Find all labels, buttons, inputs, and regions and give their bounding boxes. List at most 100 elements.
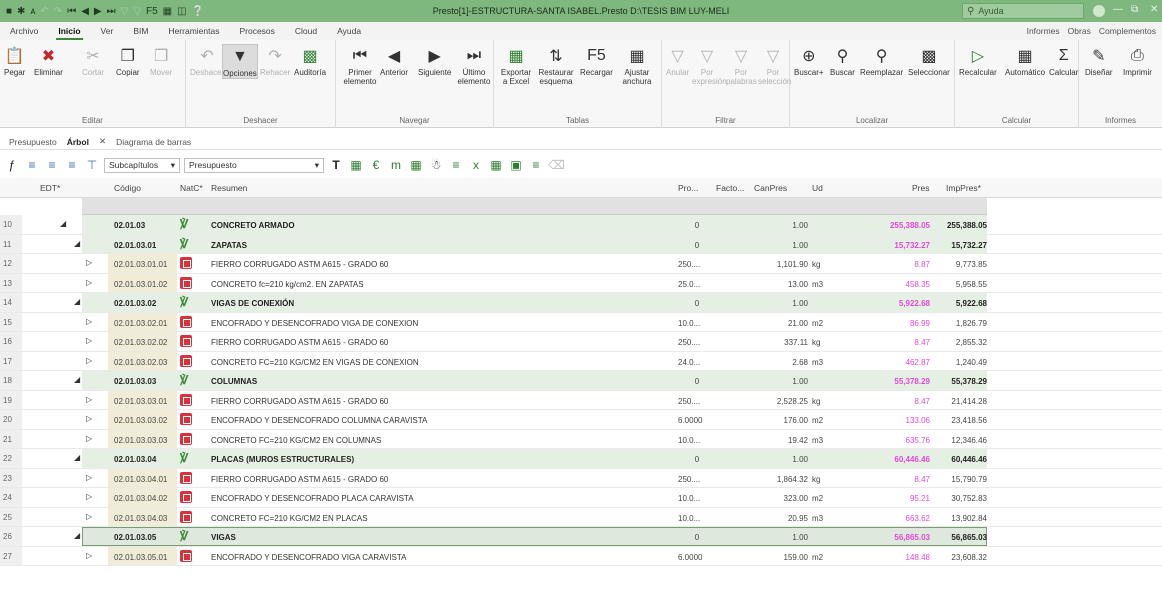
calculate-button[interactable]: Σ Calcular xyxy=(1049,44,1078,77)
automatic-button[interactable]: ▦ Automático xyxy=(1005,44,1045,77)
search-plus-button[interactable]: ⊕ Buscar+ xyxy=(794,44,824,77)
adjust-width-button[interactable]: ▦ Ajustar anchura xyxy=(618,44,656,86)
help-icon[interactable]: ❔ xyxy=(192,6,204,17)
filter-selection-button[interactable]: ▽ Por selección xyxy=(758,44,791,86)
tab-ayuda[interactable]: Ayuda xyxy=(327,26,371,36)
formula-icon[interactable]: x xyxy=(468,158,484,172)
help-search-input[interactable]: ⚲ Ayuda xyxy=(962,3,1084,19)
col-imppres[interactable]: ImpPres* xyxy=(946,183,981,193)
cut-button[interactable]: ✂ Cortar xyxy=(82,44,104,77)
reload-button[interactable]: F5 Recargar xyxy=(580,44,613,77)
table-row[interactable]: 25 ▷ 02.01.03.04.03 CONCRETO FC=210 KG/CM2 … xyxy=(0,507,1162,527)
col-canpres[interactable]: CanPres xyxy=(754,183,787,193)
table-row[interactable]: 15 ▷ 02.01.03.02.01 ENCOFRADO Y DESENCOFRAD… xyxy=(0,312,1162,332)
next-icon[interactable]: ▶ xyxy=(94,6,102,17)
f5-icon[interactable]: F5 xyxy=(146,6,158,17)
table-row[interactable]: 14 ◢ 02.01.03.02 ℣ VIGAS DE CONEXIÓN 0 1.00 5,9… xyxy=(0,293,1162,313)
text-icon[interactable]: T xyxy=(328,158,344,172)
table-row[interactable]: 27 ▷ 02.01.03.05.01 ENCOFRADO Y DESENCOFRAD… xyxy=(0,546,1162,566)
user-avatar[interactable] xyxy=(1093,5,1105,17)
filter2-icon[interactable]: ▽ xyxy=(133,6,141,17)
filter-row[interactable] xyxy=(0,198,1162,215)
expand-toggle-icon[interactable]: ▷ xyxy=(86,317,92,326)
level-icon[interactable]: ≡ xyxy=(64,158,80,172)
expand-icon[interactable]: ≡ xyxy=(24,158,40,172)
tab-ver[interactable]: Ver xyxy=(91,26,124,36)
calc-icon[interactable]: ◫ xyxy=(177,6,186,17)
export-icon[interactable]: ≡ xyxy=(448,158,464,172)
col-factor[interactable]: Facto... xyxy=(716,183,744,193)
table-row[interactable]: 19 ▷ 02.01.03.03.01 FIERRO CORRUGADO ASTM A… xyxy=(0,390,1162,410)
expand-toggle-icon[interactable]: ▷ xyxy=(86,258,92,267)
table-row[interactable]: 12 ▷ 02.01.03.01.01 FIERRO CORRUGADO ASTM A… xyxy=(0,254,1162,274)
menu-informes[interactable]: Informes xyxy=(1027,26,1060,36)
expand-toggle-icon[interactable]: ▷ xyxy=(86,551,92,560)
insert-icon[interactable]: ⊤ xyxy=(84,158,100,172)
table-row[interactable]: 26 ◢ 02.01.03.05 ℣ VIGAS 0 1.00 56,865.03 56,865… xyxy=(0,527,1162,547)
tab-herramientas[interactable]: Herramientas xyxy=(158,26,229,36)
table-row[interactable]: 11 ◢ 02.01.03.01 ℣ ZAPATAS 0 1.00 15,732.27 15,7… xyxy=(0,234,1162,254)
tree-icon[interactable]: ƒ xyxy=(4,158,20,172)
delete-button[interactable]: ✖ Eliminar xyxy=(34,44,63,77)
tab-archivo[interactable]: Archivo xyxy=(0,26,48,36)
table-row[interactable]: 16 ▷ 02.01.03.02.02 FIERRO CORRUGADO ASTM A… xyxy=(0,332,1162,352)
collapse-icon[interactable]: ≡ xyxy=(44,158,60,172)
paste-button[interactable]: 📋 Pegar xyxy=(4,44,25,77)
expand-toggle-icon[interactable]: ▷ xyxy=(86,434,92,443)
move-button[interactable]: ❐ Mover xyxy=(150,44,172,77)
prev-icon[interactable]: ◀ xyxy=(81,6,89,17)
table-icon[interactable]: ▦ xyxy=(348,158,364,172)
tab-arbol[interactable]: Árbol xyxy=(62,137,94,147)
tab-procesos[interactable]: Procesos xyxy=(229,26,284,36)
expand-toggle-icon[interactable]: ▷ xyxy=(86,356,92,365)
expand-toggle-icon[interactable]: ◢ xyxy=(74,239,80,248)
expand-toggle-icon[interactable]: ◢ xyxy=(60,219,66,228)
euro-icon[interactable]: € xyxy=(368,158,384,172)
expand-toggle-icon[interactable]: ▷ xyxy=(86,492,92,501)
table-row[interactable]: 24 ▷ 02.01.03.04.02 ENCOFRADO Y DESENCOFRAD… xyxy=(0,488,1162,508)
select-button[interactable]: ▩ Seleccionar xyxy=(908,44,950,77)
col-edt[interactable]: EDT* xyxy=(40,183,60,193)
table-row[interactable]: 18 ◢ 02.01.03.03 ℣ COLUMNAS 0 1.00 55,378.29 55,… xyxy=(0,371,1162,391)
undo-button[interactable]: ↶ Deshacer xyxy=(190,44,224,77)
menu-obras[interactable]: Obras xyxy=(1068,26,1091,36)
filter-words-button[interactable]: ▽ Por palabras xyxy=(726,44,757,86)
options-button[interactable]: ▼ Opciones xyxy=(222,44,258,79)
expand-toggle-icon[interactable]: ◢ xyxy=(74,297,80,306)
expand-toggle-icon[interactable]: ◢ xyxy=(74,531,80,540)
minimize-icon[interactable]: — xyxy=(1113,4,1123,15)
table-row[interactable]: 17 ▷ 02.01.03.02.03 CONCRETO FC=210 KG/CM2 … xyxy=(0,351,1162,371)
filter-icon[interactable]: ▽ xyxy=(121,6,129,17)
replace-button[interactable]: ⚲ Reemplazar xyxy=(860,44,903,77)
expand-toggle-icon[interactable]: ◢ xyxy=(74,453,80,462)
tab-inicio[interactable]: Inicio xyxy=(48,26,90,40)
search-button[interactable]: ⚲ Buscar xyxy=(830,44,855,77)
undo-icon[interactable]: ↶ xyxy=(40,6,48,17)
scope-select[interactable]: Subcapítulos ▾ xyxy=(104,157,180,173)
view-select[interactable]: Presupuesto ▾ xyxy=(184,157,324,173)
expand-toggle-icon[interactable]: ▷ xyxy=(86,414,92,423)
col-pres[interactable]: Pres xyxy=(912,183,929,193)
last-button[interactable]: ⏭ Último elemento xyxy=(456,44,492,86)
measure-icon[interactable]: m xyxy=(388,158,404,172)
expand-toggle-icon[interactable]: ▷ xyxy=(86,512,92,521)
tab-cloud[interactable]: Cloud xyxy=(285,26,327,36)
first-button[interactable]: ⏮ Primer elemento xyxy=(342,44,378,86)
close-tab-icon[interactable]: ✕ xyxy=(94,136,111,147)
table-row[interactable]: 10 ◢ 02.01.03 ℣ CONCRETO ARMADO 0 1.00 255,388.… xyxy=(0,215,1162,235)
maximize-icon[interactable]: ⧉ xyxy=(1131,4,1138,15)
settings-icon[interactable]: ✱ xyxy=(17,6,25,17)
font-size-icon[interactable]: ᴀ xyxy=(30,6,35,17)
grid-icon[interactable]: ▦ xyxy=(488,158,504,172)
tab-presupuesto[interactable]: Presupuesto xyxy=(4,137,62,147)
expand-toggle-icon[interactable]: ▷ xyxy=(86,395,92,404)
audit-button[interactable]: ▩ Auditoría xyxy=(294,44,326,77)
expand-toggle-icon[interactable]: ◢ xyxy=(74,375,80,384)
menu-complementos[interactable]: Complementos xyxy=(1099,26,1156,36)
adjust-icon[interactable]: ▦ xyxy=(163,6,172,17)
expand-toggle-icon[interactable]: ▷ xyxy=(86,278,92,287)
copy-button[interactable]: ❐ Copiar xyxy=(116,44,140,77)
col-natc[interactable]: NatC* xyxy=(180,183,203,193)
table-row[interactable]: 23 ▷ 02.01.03.04.01 FIERRO CORRUGADO ASTM A… xyxy=(0,468,1162,488)
col-pro[interactable]: Pro... xyxy=(678,183,698,193)
